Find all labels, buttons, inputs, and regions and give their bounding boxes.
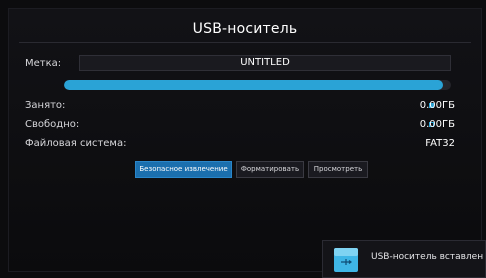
dialog-title: USB-носитель xyxy=(192,21,298,37)
view-button[interactable]: Просмотреть xyxy=(308,161,368,178)
used-caption: Занято: xyxy=(25,100,66,111)
usb-storage-dialog: USB-носитель Метка: UNTITLED Занято: 0.0… xyxy=(8,8,482,272)
safe-eject-button[interactable]: Безопасное извлечение xyxy=(135,161,232,178)
title-divider xyxy=(19,42,471,43)
usb-drive-icon xyxy=(333,246,359,274)
label-caption: Метка: xyxy=(25,58,62,69)
volume-label-value: UNTITLED xyxy=(79,55,451,71)
free-caption: Свободно: xyxy=(25,119,80,130)
filesystem-caption: Файловая система: xyxy=(25,138,127,149)
usage-progress-bar xyxy=(64,80,451,90)
filesystem-value: FAT32 xyxy=(425,138,455,149)
free-value: 0.00ГБ xyxy=(419,119,455,130)
used-value: 0.00ГБ xyxy=(419,100,455,111)
notification-text: USB-носитель вставлен xyxy=(371,252,484,262)
usb-inserted-notification: USB-носитель вставлен xyxy=(322,240,486,278)
usage-progress-fill xyxy=(64,80,444,90)
format-button[interactable]: Форматировать xyxy=(236,161,304,178)
